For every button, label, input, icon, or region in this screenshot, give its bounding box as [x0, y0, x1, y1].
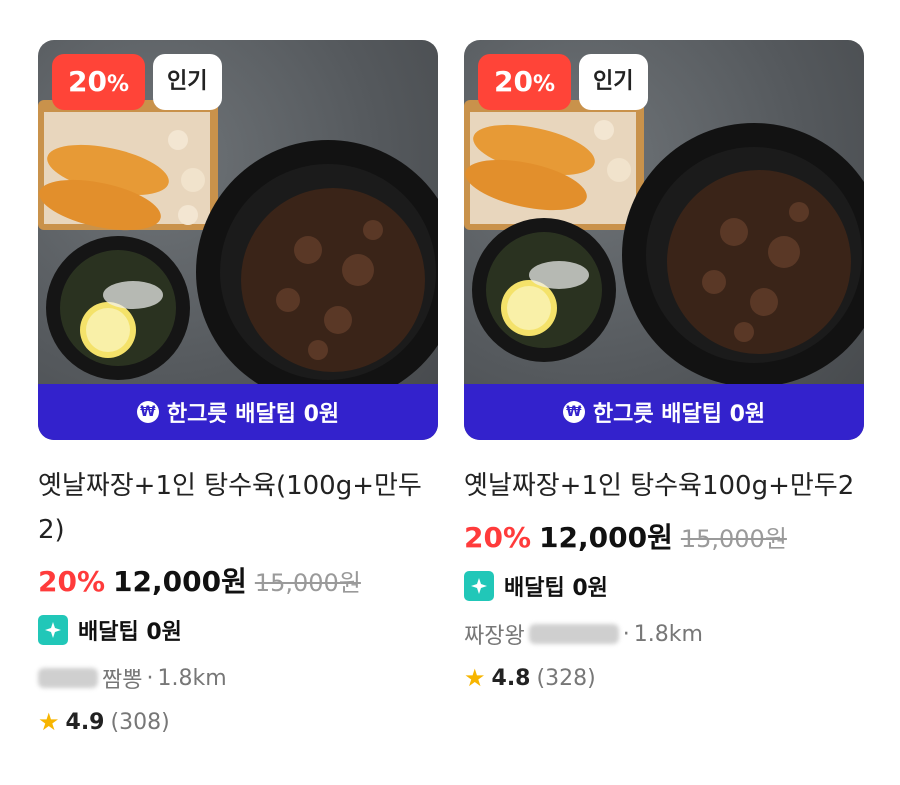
star-icon: ★	[38, 708, 60, 736]
price-row: 20% 12,000원 15,000원	[464, 516, 864, 556]
won-coin-icon: ₩	[562, 401, 585, 423]
product-thumbnail[interactable]: 20% 인기 ₩ 한그릇 배달팁 0원	[464, 40, 864, 440]
delivery-banner: ₩ 한그릇 배달팁 0원	[464, 384, 864, 440]
price-row: 20% 12,000원 15,000원	[38, 560, 438, 600]
original-price: 15,000원	[254, 569, 361, 597]
delivery-tip-row: 배달팁 0원	[38, 614, 438, 646]
sale-price: 12,000원	[539, 521, 673, 554]
store-info[interactable]: 짜장왕 · 1.8km	[464, 618, 864, 650]
distance: 1.8km	[633, 621, 703, 647]
blurred-store-name	[528, 624, 619, 644]
store-info[interactable]: 짬뽕 · 1.8km	[38, 662, 438, 694]
banner-text: 한그릇 배달팁 0원	[592, 402, 766, 427]
discount-percent: 20%	[464, 521, 532, 554]
rating-value: 4.8	[491, 665, 531, 691]
delivery-tip: 배달팁 0원	[78, 620, 182, 645]
sale-price: 12,000원	[113, 565, 247, 598]
product-card[interactable]: 20% 인기 ₩ 한그릇 배달팁 0원 옛날짜장+1인 탕수육(100g+만두2…	[38, 40, 438, 736]
sparkle-icon	[464, 571, 494, 601]
popular-badge: 인기	[579, 54, 648, 110]
sparkle-icon	[38, 615, 68, 645]
discount-percent: 20%	[38, 565, 106, 598]
discount-badge: 20%	[478, 54, 572, 110]
rating-value: 4.9	[65, 709, 105, 735]
separator: ·	[622, 621, 630, 647]
product-thumbnail[interactable]: 20% 인기 ₩ 한그릇 배달팁 0원	[38, 40, 438, 440]
blurred-store-name	[38, 668, 98, 688]
store-name: 짬뽕	[102, 668, 143, 693]
review-count: (308)	[110, 709, 170, 735]
product-card[interactable]: 20% 인기 ₩ 한그릇 배달팁 0원 옛날짜장+1인 탕수육100g+만두2 …	[464, 40, 864, 692]
delivery-banner: ₩ 한그릇 배달팁 0원	[38, 384, 438, 440]
banner-text: 한그릇 배달팁 0원	[166, 402, 340, 427]
product-title[interactable]: 옛날짜장+1인 탕수육(100g+만두2)	[38, 464, 438, 552]
won-coin-icon: ₩	[136, 401, 159, 423]
review-count: (328)	[536, 665, 596, 691]
original-price: 15,000원	[680, 525, 787, 553]
product-title[interactable]: 옛날짜장+1인 탕수육100g+만두2	[464, 464, 864, 508]
discount-badge: 20%	[52, 54, 146, 110]
distance: 1.8km	[157, 665, 227, 691]
delivery-tip-row: 배달팁 0원	[464, 570, 864, 602]
popular-badge: 인기	[153, 54, 222, 110]
rating-row: ★ 4.9 (308)	[38, 708, 438, 736]
star-icon: ★	[464, 664, 486, 692]
delivery-tip: 배달팁 0원	[504, 576, 608, 601]
store-name: 짜장왕	[464, 624, 525, 649]
rating-row: ★ 4.8 (328)	[464, 664, 864, 692]
separator: ·	[146, 665, 154, 691]
